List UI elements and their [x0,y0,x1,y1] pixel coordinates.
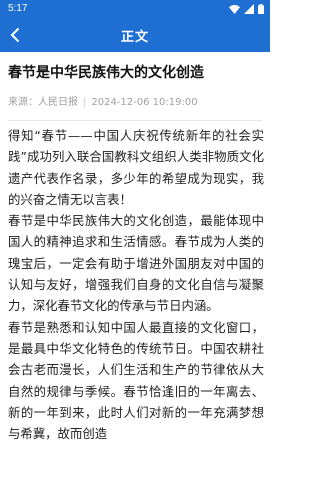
wifi-icon [229,4,240,14]
article-paragraph: 春节是熟悉和认知中国人最直接的文化窗口，是最具中华文化特色的传统节日。中国农耕社… [8,319,264,442]
status-bar: 5:17 [0,0,270,18]
battery-icon [258,4,264,14]
app-bar: 正文 [0,18,270,52]
article-source: 来源：人民日报 [8,97,78,108]
article-paragraph: 春节是中华民族伟大的文化创造，最能体现中国人的精神追求和生活情感。春节成为人类的… [8,213,264,314]
article-paragraph: 得知“春节——中国人庆祝传统新年的社会实践”成功列入联合国教科文组织人类非物质文… [8,128,264,207]
article-title: 春节是中华民族伟大的文化创造 [8,65,204,81]
meta-separator: | [83,97,87,108]
signal-icon [244,4,254,14]
status-icons [229,4,264,14]
app-bar-title: 正文 [120,30,149,45]
article-date: 2024-12-06 10:19:00 [91,97,198,108]
divider [8,120,262,121]
article-content[interactable]: 春节是中华民族伟大的文化创造 来源：人民日报 | 2024-12-06 10:19:… [0,52,270,480]
article-body: 得知“春节——中国人庆祝传统新年的社会实践”成功列入联合国教科文组织人类非物质文… [8,125,264,444]
article-meta: 来源：人民日报 | 2024-12-06 10:19:00 [8,95,266,111]
status-time: 5:17 [8,3,28,14]
